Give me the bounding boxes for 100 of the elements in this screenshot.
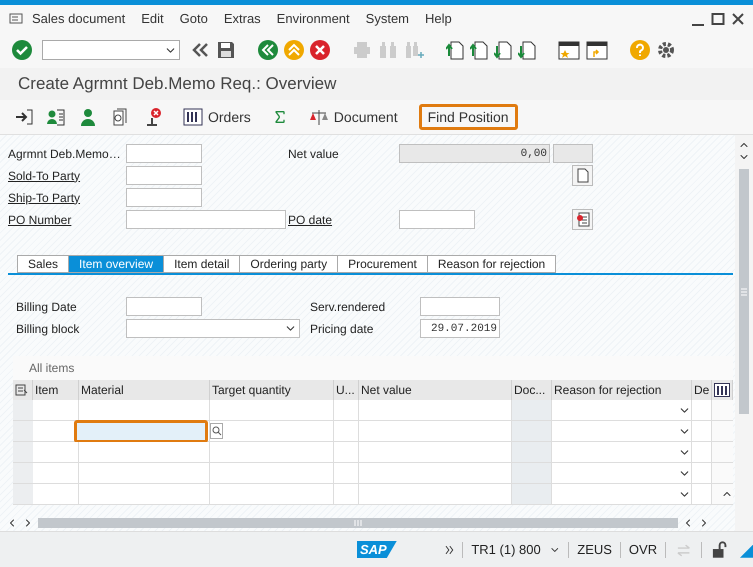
document-button[interactable]: Document xyxy=(300,102,407,132)
column-header[interactable]: Net value xyxy=(359,380,512,400)
dropdown-cell[interactable] xyxy=(552,421,692,442)
menu-item[interactable]: Help xyxy=(417,11,460,26)
tab[interactable]: Ordering party xyxy=(240,255,338,273)
field-link[interactable]: PO date xyxy=(288,212,399,226)
table-title: All items xyxy=(13,356,733,380)
table-cell xyxy=(334,463,359,484)
table-cell xyxy=(692,442,712,463)
grip-icon[interactable] xyxy=(741,288,747,296)
table-cell xyxy=(512,421,552,442)
column-header[interactable]: Target quantity xyxy=(210,380,334,400)
field-label: Serv.rendered xyxy=(310,300,386,314)
material-input-field[interactable] xyxy=(74,420,208,442)
next-page-icon[interactable] xyxy=(494,40,512,60)
grip-icon[interactable] xyxy=(354,520,362,526)
table-cell xyxy=(33,484,79,505)
exit-icon[interactable] xyxy=(14,107,34,127)
column-header[interactable]: Reason for rejection xyxy=(552,380,692,400)
field-link[interactable]: Sold-To Party xyxy=(8,168,126,182)
row-select-icon[interactable] xyxy=(13,380,33,400)
column-header[interactable]: Item xyxy=(33,380,79,400)
table-cell xyxy=(334,442,359,463)
logo: SAP xyxy=(357,541,397,558)
settings-icon[interactable] xyxy=(656,40,676,60)
previous-page-icon[interactable] xyxy=(470,40,488,60)
menu-item[interactable]: Sales document xyxy=(24,11,134,26)
server-name: ZEUS xyxy=(577,542,612,557)
table-cell xyxy=(692,463,712,484)
table-cell xyxy=(692,400,712,421)
vertical-scrollbar[interactable] xyxy=(739,169,749,414)
table-cell xyxy=(334,400,359,421)
columns-icon[interactable] xyxy=(183,107,203,127)
document-icon[interactable] xyxy=(572,165,593,186)
field-link[interactable]: Ship-To Party xyxy=(8,190,126,204)
table-cell xyxy=(33,442,79,463)
horizontal-scrollbar[interactable] xyxy=(38,518,678,528)
first-page-icon[interactable] xyxy=(446,40,464,60)
field-label: Billing Date xyxy=(16,300,78,314)
menu-item[interactable]: System xyxy=(358,11,417,26)
table-cell xyxy=(512,484,552,505)
tab[interactable]: Sales xyxy=(17,255,70,273)
field-link[interactable]: PO Number xyxy=(8,212,126,226)
column-header[interactable]: Material xyxy=(79,380,210,400)
table-cell xyxy=(512,400,552,421)
input-field[interactable] xyxy=(126,144,202,163)
input-field[interactable] xyxy=(399,210,475,229)
dropdown-cell[interactable] xyxy=(552,484,692,505)
table-cell xyxy=(512,442,552,463)
input-field[interactable] xyxy=(126,210,286,229)
tab[interactable]: Procurement xyxy=(338,255,428,273)
back-icon[interactable] xyxy=(258,40,278,60)
currency-field[interactable] xyxy=(553,144,593,163)
cancel-icon[interactable] xyxy=(310,40,330,60)
table-cell xyxy=(33,463,79,484)
table-cell[interactable] xyxy=(79,463,210,484)
menu-item[interactable]: Edit xyxy=(133,11,172,26)
column-settings-icon[interactable] xyxy=(712,380,733,400)
person-icon[interactable] xyxy=(78,107,98,127)
scale-icon[interactable] xyxy=(308,107,329,127)
system-info[interactable]: TR1 (1) 800 xyxy=(471,542,541,557)
screen-title: Create Agrmnt Deb.Memo Req.: Overview xyxy=(0,68,753,100)
input-field[interactable] xyxy=(420,297,500,316)
dropdown-cell[interactable] xyxy=(552,400,692,421)
orders-button[interactable]: Orders xyxy=(174,102,260,132)
scroll-column xyxy=(712,442,733,463)
table-cell[interactable] xyxy=(79,442,210,463)
insert-mode: OVR xyxy=(628,542,658,557)
table-cell xyxy=(692,421,712,442)
last-page-icon[interactable] xyxy=(518,40,536,60)
search-icon[interactable] xyxy=(210,423,223,439)
input-field[interactable] xyxy=(126,188,202,207)
input-field[interactable] xyxy=(126,297,202,316)
scroll-column xyxy=(712,400,733,421)
menu-item[interactable]: Extras xyxy=(216,11,269,26)
field-label: Agrmnt Deb.Memo… xyxy=(8,146,122,160)
tab[interactable]: Item detail xyxy=(164,255,240,273)
table-cell[interactable] xyxy=(79,484,210,505)
column-header[interactable]: Doc... xyxy=(512,380,552,400)
dropdown-cell[interactable] xyxy=(552,442,692,463)
dropdown-field[interactable] xyxy=(126,319,300,338)
column-header[interactable]: U... xyxy=(334,380,359,400)
table-cell xyxy=(512,463,552,484)
command-field[interactable] xyxy=(42,40,180,60)
menu-item[interactable]: Environment xyxy=(268,11,358,26)
input-field[interactable]: 29.07.2019 xyxy=(420,319,500,338)
column-header[interactable]: De xyxy=(692,380,712,400)
menu-item[interactable]: Goto xyxy=(172,11,216,26)
tab[interactable]: Item overview xyxy=(69,255,164,273)
document-list-icon[interactable] xyxy=(572,209,593,230)
dropdown-cell[interactable] xyxy=(552,463,692,484)
partner-list-icon[interactable] xyxy=(46,107,66,127)
save-icon[interactable] xyxy=(216,40,236,60)
tab[interactable]: Reason for rejection xyxy=(428,255,556,273)
find-position-button[interactable]: Find Position xyxy=(418,104,518,130)
checkmark-icon[interactable] xyxy=(12,40,32,60)
field-label: Billing block xyxy=(16,322,80,336)
field-label: Net value xyxy=(288,146,340,160)
net-value-field[interactable]: 0,00 xyxy=(399,144,550,163)
input-field[interactable] xyxy=(126,166,202,185)
